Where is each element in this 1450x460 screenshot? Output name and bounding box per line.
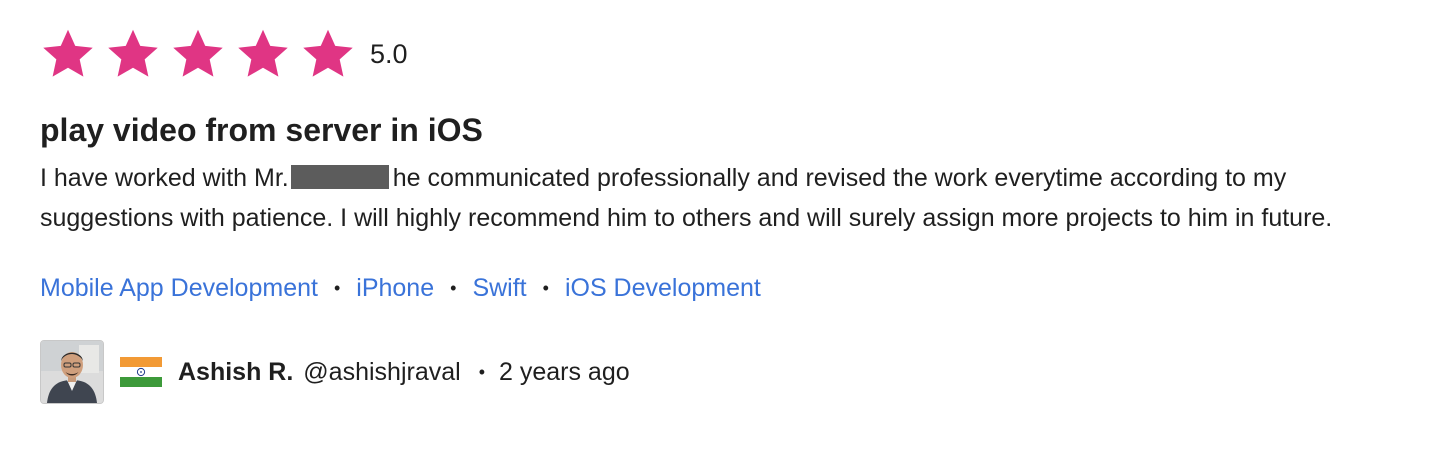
tag-mobile-app-development[interactable]: Mobile App Development xyxy=(40,268,318,308)
star-icon xyxy=(108,29,158,77)
rating-value: 5.0 xyxy=(370,38,408,69)
rating-row: 5.0 xyxy=(40,24,1420,84)
review-timestamp: 2 years ago xyxy=(499,357,630,386)
reviewer-handle[interactable]: @ashishjraval xyxy=(303,358,460,387)
tag-iphone[interactable]: iPhone xyxy=(356,268,434,308)
meta-separator: • xyxy=(478,361,485,382)
review-body-start: I have worked with Mr. xyxy=(40,164,289,192)
star-rating xyxy=(40,26,356,82)
review-card: 5.0 play video from server in iOS I have… xyxy=(40,24,1420,404)
tag-ios-development[interactable]: iOS Development xyxy=(565,268,761,308)
skill-tags: Mobile App Development • iPhone • Swift … xyxy=(40,268,1420,308)
review-title: play video from server in iOS xyxy=(40,112,483,148)
star-icon xyxy=(303,29,353,77)
star-icon xyxy=(173,29,223,77)
review-body: I have worked with Mr. he communicated pr… xyxy=(40,158,1340,238)
tag-separator: • xyxy=(450,278,457,298)
star-icon xyxy=(43,29,93,77)
tag-separator: • xyxy=(542,278,549,298)
user-avatar[interactable] xyxy=(40,340,104,404)
tag-separator: • xyxy=(333,278,341,298)
star-icon xyxy=(238,29,288,77)
redacted-name-block xyxy=(290,165,389,189)
india-flag-icon xyxy=(120,357,162,387)
reviewer-row: Ashish R. @ashishjraval • 2 years ago xyxy=(40,340,1420,404)
tag-swift[interactable]: Swift xyxy=(472,268,526,308)
reviewer-name[interactable]: Ashish R. xyxy=(178,358,293,387)
